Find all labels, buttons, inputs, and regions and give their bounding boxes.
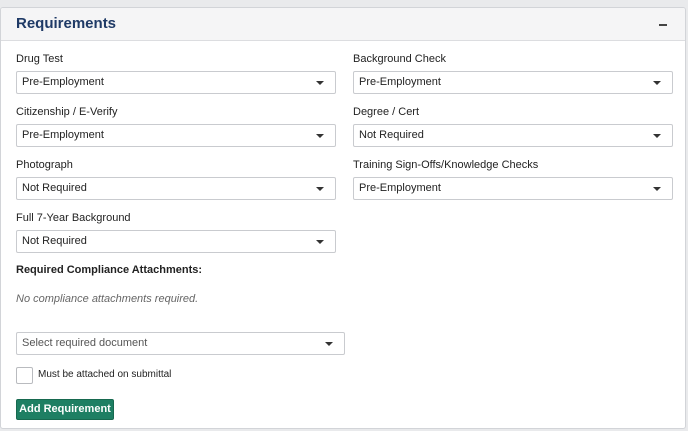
training-field: Training Sign-Offs/Knowledge Checks Pre-… [353, 158, 673, 200]
background-check-select[interactable]: Pre-Employment [353, 71, 673, 94]
citizenship-field: Citizenship / E-Verify Pre-Employment [16, 105, 336, 147]
full-background-label: Full 7-Year Background [16, 212, 131, 224]
drug-test-value: Pre-Employment [22, 76, 104, 88]
training-value: Pre-Employment [359, 182, 441, 194]
training-select[interactable]: Pre-Employment [353, 177, 673, 200]
degree-field: Degree / Cert Not Required [353, 105, 673, 147]
photograph-value: Not Required [22, 182, 87, 194]
full-background-value: Not Required [22, 235, 87, 247]
attach-on-submittal-checkbox[interactable] [16, 367, 33, 384]
compliance-section-title: Required Compliance Attachments: [16, 264, 203, 276]
full-background-select[interactable]: Not Required [16, 230, 336, 253]
drug-test-label: Drug Test [16, 53, 63, 65]
background-check-value: Pre-Employment [359, 76, 441, 88]
collapse-minus-icon[interactable] [657, 14, 671, 32]
requirements-panel: Requirements Drug Test Pre-Employment Ci… [0, 7, 686, 429]
chevron-down-icon [316, 134, 324, 138]
degree-label: Degree / Cert [353, 106, 420, 118]
citizenship-value: Pre-Employment [22, 129, 104, 141]
required-document-placeholder: Select required document [22, 337, 148, 349]
chevron-down-icon [653, 134, 661, 138]
photograph-field: Photograph Not Required [16, 158, 336, 200]
full-background-field: Full 7-Year Background Not Required [16, 211, 336, 253]
chevron-down-icon [653, 187, 661, 191]
chevron-down-icon [316, 81, 324, 85]
panel-title: Requirements [16, 15, 117, 32]
panel-header: Requirements [1, 8, 685, 41]
degree-value: Not Required [359, 129, 424, 141]
chevron-down-icon [316, 187, 324, 191]
photograph-label: Photograph [16, 159, 73, 171]
add-requirement-button[interactable]: Add Requirement [16, 399, 114, 420]
chevron-down-icon [653, 81, 661, 85]
chevron-down-icon [325, 342, 333, 346]
citizenship-label: Citizenship / E-Verify [16, 106, 118, 118]
drug-test-select[interactable]: Pre-Employment [16, 71, 336, 94]
photograph-select[interactable]: Not Required [16, 177, 336, 200]
drug-test-field: Drug Test Pre-Employment [16, 52, 336, 94]
compliance-empty-message: No compliance attachments required. [16, 293, 199, 305]
degree-select[interactable]: Not Required [353, 124, 673, 147]
chevron-down-icon [316, 240, 324, 244]
attach-on-submittal-label: Must be attached on submittal [38, 369, 172, 380]
background-check-field: Background Check Pre-Employment [353, 52, 673, 94]
citizenship-select[interactable]: Pre-Employment [16, 124, 336, 147]
training-label: Training Sign-Offs/Knowledge Checks [353, 159, 539, 171]
required-document-select[interactable]: Select required document [16, 332, 345, 355]
background-check-label: Background Check [353, 53, 446, 65]
